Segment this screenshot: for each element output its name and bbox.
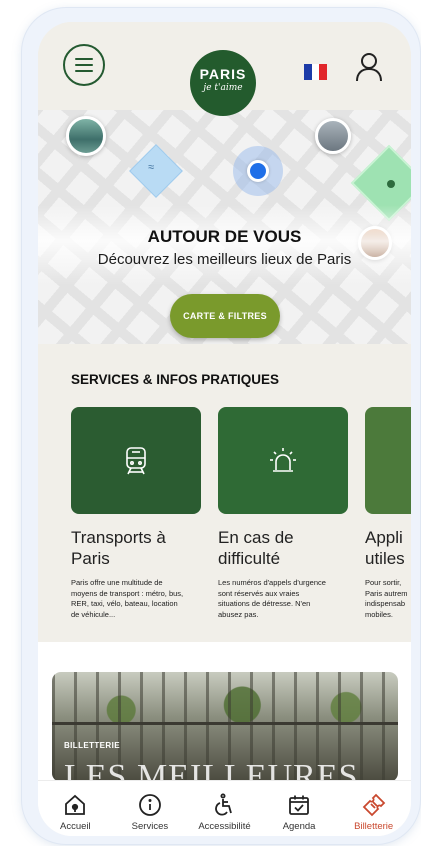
service-card-title: Transports à Paris (71, 528, 166, 568)
menu-icon (75, 58, 93, 60)
service-card-description: Paris offre une multitude de moyens de t… (71, 578, 184, 619)
tab-accueil[interactable]: Accueil (40, 793, 110, 832)
calendar-icon (289, 795, 309, 815)
tab-label: Accessibilité (198, 821, 251, 832)
service-card-emergency[interactable]: En cas de difficulté Les numéros d'appel… (218, 407, 348, 620)
services-section-title: SERVICES & INFOS PRATIQUES (71, 372, 280, 387)
flag-stripe-red (319, 64, 328, 80)
service-card-description: Les numéros d'appels d'urgence sont rése… (218, 578, 326, 619)
place-photo-marker[interactable] (315, 118, 351, 154)
logo-title: PARIS (199, 66, 247, 82)
flag-stripe-blue (304, 64, 312, 80)
tab-accessibilite[interactable]: Accessibilité (189, 793, 259, 832)
billetterie-headline: LES MEILLEURES (64, 758, 359, 782)
billetterie-banner[interactable]: BILLETTERIE LES MEILLEURES (52, 672, 398, 782)
home-icon (65, 794, 86, 815)
app-screen: ≈ AUTOUR DE VOUS Découvrez les meilleurs… (38, 22, 411, 836)
around-you-subtitle: Découvrez les meilleurs lieux de Paris (97, 251, 352, 268)
service-card-title: Appli utiles (365, 528, 405, 568)
service-card-title: En cas de difficulté (218, 528, 294, 568)
around-you-map[interactable]: ≈ AUTOUR DE VOUS Découvrez les meilleurs… (38, 110, 411, 344)
tab-label: Accueil (59, 821, 91, 832)
waves-icon: ≈ (148, 161, 155, 174)
paris-logo[interactable]: PARIS je t'aime (190, 50, 256, 116)
train-icon (126, 446, 146, 474)
tab-services[interactable]: Services (115, 793, 185, 832)
banner-photo-rail (52, 722, 398, 725)
service-card-image (218, 407, 348, 514)
place-photo-marker[interactable] (66, 116, 106, 156)
billetterie-tag: BILLETTERIE (64, 741, 120, 750)
alarm-light-icon (270, 447, 296, 472)
info-icon (138, 794, 161, 816)
tab-label: Billetterie (354, 821, 394, 832)
service-card-apps[interactable]: Appli utiles Pour sortir, Paris autrem i… (365, 407, 411, 620)
tab-label: Agenda (282, 821, 316, 832)
current-location-marker (247, 160, 269, 182)
service-card-image (365, 407, 411, 514)
around-you-title: AUTOUR DE VOUS (147, 227, 302, 246)
ticket-icon (362, 793, 385, 817)
tab-agenda[interactable]: Agenda (264, 793, 334, 832)
logo-tagline: je t'aime (203, 83, 243, 93)
phone-frame: ≈ AUTOUR DE VOUS Découvrez les meilleurs… (22, 8, 420, 844)
service-card-transports[interactable]: Transports à Paris Paris offre une multi… (71, 407, 201, 620)
map-filters-button[interactable]: CARTE & FILTRES (170, 294, 280, 338)
menu-button[interactable] (63, 44, 105, 86)
tab-billetterie[interactable]: Billetterie (339, 793, 409, 832)
flag-stripe-white (311, 64, 320, 80)
wheelchair-icon (215, 793, 233, 816)
service-card-image (71, 407, 201, 514)
water-marker[interactable]: ≈ (129, 144, 183, 198)
user-icon[interactable] (355, 52, 383, 82)
tree-icon (387, 180, 395, 188)
france-flag-icon[interactable] (304, 64, 328, 80)
bottom-tab-bar: Accueil Services Accessibilité Agenda Bi… (38, 780, 411, 836)
service-card-description: Pour sortir, Paris autrem indispensab mo… (365, 578, 408, 619)
tab-label: Services (131, 821, 169, 832)
